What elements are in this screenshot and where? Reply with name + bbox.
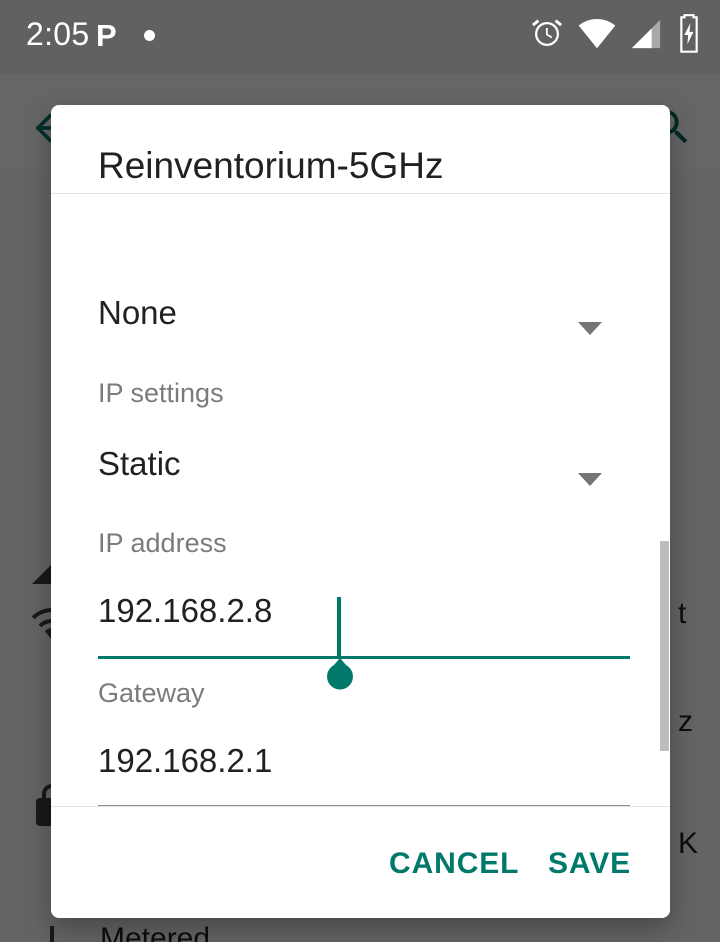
background-edge-fragment-z: z [678, 705, 693, 738]
ip-address-underline [98, 656, 630, 659]
background-row-label: Metered [100, 922, 211, 942]
proxy-dropdown-value[interactable]: None [98, 294, 177, 332]
cellular-signal-icon [629, 17, 663, 56]
parking-p-icon: P [96, 18, 117, 53]
ip-address-label: IP address [98, 528, 227, 558]
gateway-label: Gateway [98, 678, 205, 708]
ip-address-input[interactable]: 192.168.2.8 [98, 592, 272, 630]
background-edge-fragment-t: t [678, 597, 687, 630]
status-bar: 2:05 P [0, 0, 720, 74]
dialog-scroll-content[interactable]: None IP settings Static IP address 192.1… [51, 194, 670, 806]
wifi-network-details-dialog: Reinventorium-5GHz None IP settings Stat… [51, 105, 670, 918]
ip-settings-label: IP settings [98, 378, 224, 408]
wifi-icon [578, 15, 616, 58]
dialog-scrollbar-thumb[interactable] [660, 541, 669, 751]
chevron-down-icon[interactable] [578, 473, 602, 486]
save-button[interactable]: SAVE [548, 841, 631, 887]
dialog-scrollbar[interactable] [660, 194, 670, 806]
status-bar-clock: 2:05 [26, 16, 90, 52]
cancel-button[interactable]: CANCEL [389, 841, 519, 887]
status-bar-icons [529, 13, 702, 59]
battery-charging-icon [676, 13, 702, 59]
chevron-down-icon[interactable] [578, 322, 602, 335]
gateway-input[interactable]: 192.168.2.1 [98, 742, 272, 780]
dialog-title: Reinventorium-5GHz [98, 145, 444, 186]
background-edge-fragment-k: K [678, 827, 699, 860]
text-caret [337, 597, 341, 657]
dialog-action-bar: CANCEL SAVE [51, 807, 670, 918]
alarm-icon [529, 16, 565, 57]
phone-screen: Signal strength Frequency [0, 0, 720, 942]
data-usage-icon [28, 920, 76, 942]
dot-indicator-icon [144, 30, 155, 41]
ip-settings-dropdown-value[interactable]: Static [98, 445, 181, 483]
text-selection-handle[interactable] [319, 658, 361, 700]
